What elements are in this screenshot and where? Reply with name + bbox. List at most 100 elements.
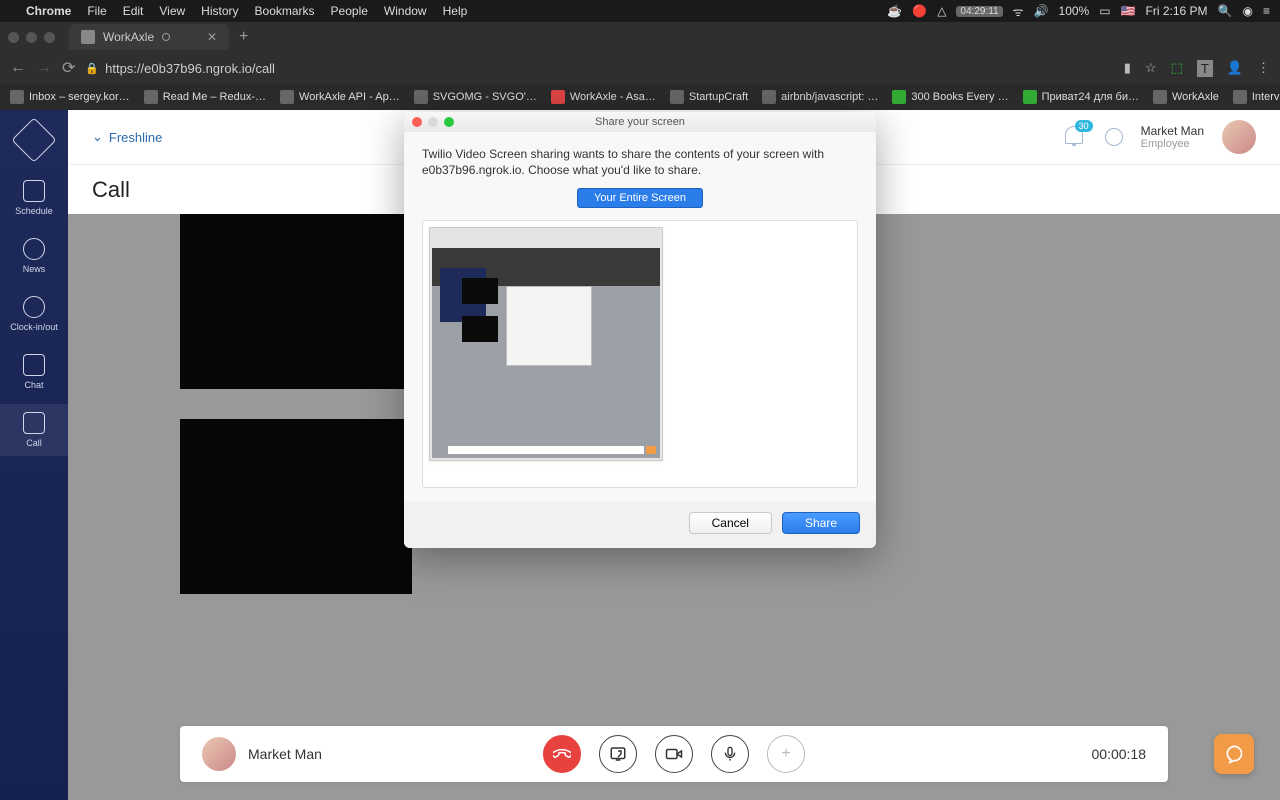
sidebar-item-call[interactable]: Call	[0, 404, 68, 456]
status-icon-2[interactable]: 🔴	[912, 4, 927, 18]
menubar-item-help[interactable]: Help	[443, 4, 468, 18]
call-peer-avatar	[202, 737, 236, 771]
menubar-app[interactable]: Chrome	[26, 4, 71, 18]
battery-percent: 100%	[1059, 4, 1090, 18]
sidebar-label: Schedule	[15, 206, 53, 216]
user-role: Employee	[1141, 138, 1190, 150]
bookmark-item[interactable]: 300 Books Every …	[892, 90, 1008, 104]
user-name: Market Man	[1141, 124, 1204, 138]
breadcrumb-label: Freshline	[109, 130, 162, 145]
tab-title: WorkAxle	[103, 30, 154, 44]
browser-chrome: WorkAxle ✕ + ← → ⟳ 🔒 https://e0b37b96.ng…	[0, 22, 1280, 110]
extension-icon-1[interactable]: ⬚	[1171, 60, 1183, 76]
video-feed-remote	[180, 214, 412, 389]
tab-recording-icon	[162, 33, 170, 41]
bookmark-item[interactable]: WorkAxle	[1153, 90, 1219, 104]
tab-favicon	[81, 30, 95, 44]
screen-thumbnail[interactable]	[429, 227, 663, 461]
menubar-item-bookmarks[interactable]: Bookmarks	[255, 4, 315, 18]
user-menu[interactable]: Market Man Employee	[1141, 124, 1204, 150]
add-button[interactable]: +	[767, 735, 805, 773]
volume-icon[interactable]: 🔊	[1034, 4, 1049, 18]
notification-badge: 30	[1075, 120, 1093, 132]
menubar-item-window[interactable]: Window	[384, 4, 427, 18]
page-title: Call	[92, 177, 130, 203]
screen-share-dialog: Share your screen Twilio Video Screen sh…	[404, 112, 876, 548]
status-icon-3[interactable]: △	[937, 4, 946, 18]
bookmark-item[interactable]: StartupCraft	[670, 90, 748, 104]
siri-icon[interactable]: ◉	[1243, 4, 1253, 18]
call-bar: Market Man + 00:00:18	[180, 726, 1168, 782]
url-text: https://e0b37b96.ngrok.io/call	[105, 61, 275, 76]
sidebar-item-clock[interactable]: Clock-in/out	[0, 288, 68, 340]
dialog-title: Share your screen	[595, 116, 685, 128]
app-logo[interactable]	[11, 117, 56, 162]
back-button[interactable]: ←	[10, 59, 26, 77]
clock-icon	[23, 296, 45, 318]
window-traffic-lights[interactable]	[8, 32, 55, 43]
bookmark-item[interactable]: WorkAxle API - Ap…	[280, 90, 400, 104]
video-feed-self	[180, 419, 412, 594]
sidebar: Schedule News Clock-in/out Chat Call	[0, 110, 68, 800]
bookmark-item[interactable]: WorkAxle - Asa…	[551, 90, 656, 104]
camera-icon[interactable]: ▮	[1124, 60, 1131, 76]
mic-toggle-button[interactable]	[711, 735, 749, 773]
forward-button[interactable]: →	[36, 59, 52, 77]
settings-button[interactable]	[1105, 128, 1123, 146]
profile-icon[interactable]: 👤	[1227, 60, 1243, 76]
screenshare-button[interactable]	[599, 735, 637, 773]
status-icon-1[interactable]: ☕	[887, 4, 902, 18]
bookmark-star-icon[interactable]: ☆	[1145, 60, 1157, 76]
notifications-button[interactable]: 30	[1065, 126, 1087, 148]
bookmarks-bar: Inbox – sergey.kor… Read Me – Redux-… Wo…	[0, 84, 1280, 110]
bookmark-item[interactable]: Read Me – Redux-…	[144, 90, 266, 104]
control-center-icon[interactable]: ≡	[1263, 4, 1270, 18]
menubar-item-view[interactable]: View	[159, 4, 185, 18]
hangup-button[interactable]	[543, 735, 581, 773]
input-flag-icon[interactable]: 🇺🇸	[1121, 4, 1136, 18]
bookmark-item[interactable]: SVGOMG - SVGO'…	[414, 90, 537, 104]
sidebar-label: News	[23, 264, 46, 274]
menubar-item-file[interactable]: File	[87, 4, 106, 18]
call-peer-name: Market Man	[248, 746, 322, 762]
sidebar-item-schedule[interactable]: Schedule	[0, 172, 68, 224]
bookmark-item[interactable]: Inbox – sergey.kor…	[10, 90, 130, 104]
call-timer: 00:00:18	[1092, 746, 1147, 762]
sidebar-item-chat[interactable]: Chat	[0, 346, 68, 398]
extension-icon-2[interactable]: T	[1197, 60, 1213, 77]
screen-options	[422, 220, 858, 488]
wifi-icon[interactable]: ᯤ	[1013, 3, 1024, 20]
address-bar[interactable]: 🔒 https://e0b37b96.ngrok.io/call	[85, 61, 275, 76]
menubar-item-people[interactable]: People	[331, 4, 368, 18]
tab-close-icon[interactable]: ✕	[207, 30, 217, 44]
sidebar-item-news[interactable]: News	[0, 230, 68, 282]
sidebar-label: Chat	[24, 380, 43, 390]
lock-icon: 🔒	[85, 62, 99, 75]
help-chat-fab[interactable]	[1214, 734, 1254, 774]
bookmark-item[interactable]: airbnb/javascript: …	[762, 90, 878, 104]
video-toggle-button[interactable]	[655, 735, 693, 773]
share-button[interactable]: Share	[782, 512, 860, 534]
reload-button[interactable]: ⟳	[62, 58, 75, 78]
chat-icon	[23, 354, 45, 376]
cancel-button[interactable]: Cancel	[689, 512, 772, 534]
menubar-item-edit[interactable]: Edit	[123, 4, 144, 18]
bookmark-item[interactable]: Interval | Luxon	[1233, 90, 1280, 104]
sidebar-label: Clock-in/out	[10, 322, 58, 332]
chrome-menu-icon[interactable]: ⋮	[1257, 60, 1270, 76]
breadcrumb[interactable]: ⌄ Freshline	[92, 129, 162, 145]
menubar-clock[interactable]: Fri 2:16 PM	[1146, 4, 1208, 18]
share-tab-entire-screen[interactable]: Your Entire Screen	[577, 188, 703, 208]
calendar-icon	[23, 180, 45, 202]
bookmark-item[interactable]: Приват24 для би…	[1023, 90, 1139, 104]
dialog-traffic-lights[interactable]	[412, 117, 454, 127]
dialog-prompt: Twilio Video Screen sharing wants to sha…	[422, 146, 858, 178]
menubar-item-history[interactable]: History	[201, 4, 238, 18]
new-tab-button[interactable]: +	[229, 28, 258, 46]
dialog-titlebar: Share your screen	[404, 112, 876, 132]
spotlight-icon[interactable]: 🔍	[1218, 4, 1233, 18]
browser-tab[interactable]: WorkAxle ✕	[69, 24, 229, 50]
battery-icon[interactable]: ▭	[1099, 4, 1110, 18]
avatar[interactable]	[1222, 120, 1256, 154]
video-icon	[23, 412, 45, 434]
